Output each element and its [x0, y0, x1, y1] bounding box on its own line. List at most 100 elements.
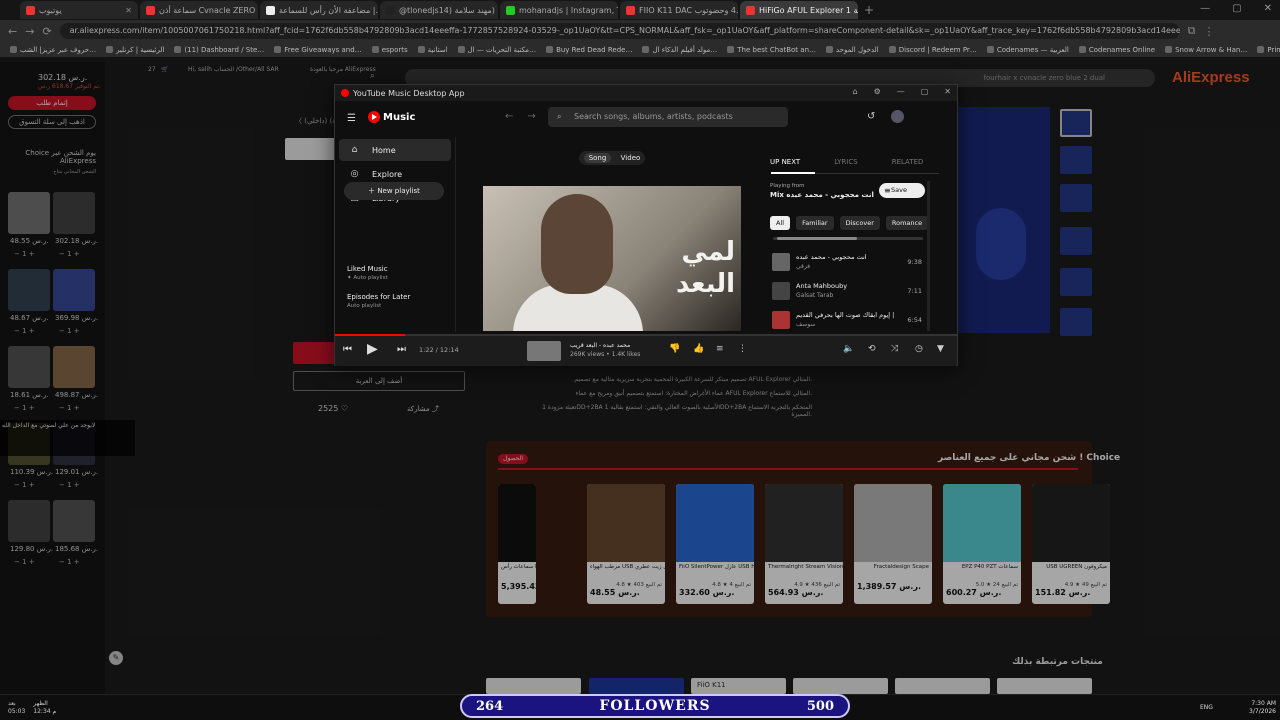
bookmark-item[interactable]: Snow Arrow & Han… — [1165, 46, 1247, 54]
volume-icon[interactable]: 🔈 — [843, 344, 854, 354]
playback-progress[interactable] — [335, 334, 957, 336]
tab-title: سماعة أذن Cvnacle ZERO 2 AR… — [159, 5, 258, 15]
queue-item[interactable]: Anta Mahbouby Galsat Tarab 7:11 — [772, 280, 922, 302]
new-playlist-button[interactable]: ＋ New playlist — [344, 182, 444, 200]
bookmark-item[interactable]: Prime Video: The Bo… — [1257, 46, 1280, 54]
ytmusic-header: ☰ Music ← → ⌕ Search songs, albums, artis… — [335, 101, 957, 137]
menu-icon[interactable]: ⋮ — [1204, 25, 1215, 38]
song-video-toggle[interactable]: Song Video — [579, 151, 645, 165]
back-icon[interactable]: ← — [8, 25, 17, 38]
bookmarks-bar: حروف عبر عزيز| الشب… الرئيسية | كرنلير (11… — [0, 42, 1280, 58]
forward-arrow-icon[interactable]: → — [527, 111, 535, 122]
play-icon[interactable]: ▶ — [367, 341, 378, 357]
tab-close-icon[interactable]: ✕ — [125, 6, 132, 15]
more-icon[interactable]: ⋮ — [738, 344, 747, 354]
chip-romance[interactable]: Romance — [885, 216, 929, 230]
bookmark-item[interactable]: Free Giveaways and… — [274, 46, 362, 54]
bookmark-item[interactable]: الرئيسية | كرنلير — [106, 46, 164, 54]
playlist-item[interactable]: Episodes for Later Auto playlist — [347, 293, 410, 309]
history-icon[interactable]: ↺ — [867, 111, 875, 122]
queue-tabs: UP NEXT LYRICS RELATED — [770, 158, 923, 166]
queue-item[interactable]: عبده | إيوم ابقاك صوت الها بحرفي القديم س… — [772, 309, 922, 331]
bookmark-label: Discord | Redeem Pr… — [898, 45, 977, 54]
ytmusic-logo[interactable]: Music — [368, 111, 415, 123]
bookmark-item[interactable]: Codenames — العربية — [986, 45, 1069, 54]
bookmark-item[interactable]: Codenames Online — [1078, 46, 1155, 54]
bookmark-item[interactable]: (11) Dashboard / Ste… — [174, 46, 264, 54]
chips-scrollbar[interactable] — [773, 237, 923, 240]
extensions-icon[interactable]: ⧉ — [1188, 24, 1196, 38]
settings-icon[interactable]: ⚙ — [874, 87, 881, 96]
ytmusic-search-input[interactable]: ⌕ Search songs, albums, artists, podcast… — [548, 107, 788, 127]
tab-underline — [771, 172, 939, 174]
maximize-icon[interactable]: ▢ — [1232, 3, 1241, 14]
bookmark-item[interactable]: مكتبة التحريات — ال… — [457, 46, 536, 54]
now-playing-title[interactable]: محمد عبده - البعد قريب — [570, 342, 630, 349]
save-button[interactable]: Save — [879, 183, 925, 198]
repeat-icon[interactable]: ⟲ — [868, 344, 876, 354]
bookmark-favicon-icon — [10, 46, 17, 53]
bookmark-label: الرئيسية | كرنلير — [116, 45, 165, 54]
shuffle-icon[interactable]: ⤨ — [891, 344, 898, 354]
expand-icon[interactable]: ▼ — [937, 344, 944, 354]
like-icon[interactable]: 👍 — [693, 344, 704, 354]
chip-discover[interactable]: Discover — [839, 216, 880, 230]
bookmark-item[interactable]: الدخول الموحد — [826, 46, 879, 54]
sidebar-item-home[interactable]: ⌂ Home — [339, 139, 451, 161]
dislike-icon[interactable]: 👎 — [669, 344, 680, 354]
clock-date: 3/7/2026 — [1249, 708, 1276, 715]
url-bar[interactable]: ar.aliexpress.com/item/1005007061750218.… — [59, 23, 1180, 39]
forward-icon[interactable]: → — [25, 25, 34, 38]
timer-icon[interactable]: ◷ — [915, 344, 923, 354]
followers-goal-overlay: 264 FOLLOWERS 500 — [460, 694, 850, 718]
tab-lyrics[interactable]: LYRICS — [834, 158, 858, 166]
back-arrow-icon[interactable]: ← — [505, 111, 513, 122]
minimize-icon[interactable]: — — [1200, 3, 1210, 14]
next-icon[interactable]: ⏭ — [397, 344, 406, 355]
close-icon[interactable]: ✕ — [944, 87, 951, 96]
home-icon[interactable]: ⌂ — [852, 87, 857, 96]
menu-icon[interactable]: ☰ — [347, 113, 356, 124]
maximize-icon[interactable]: ▢ — [921, 87, 929, 96]
bookmark-item[interactable]: حروف عبر عزيز| الشب… — [10, 46, 96, 54]
album-art-face — [541, 194, 613, 294]
now-playing-thumbnail[interactable] — [527, 341, 561, 361]
queue-thumbnail — [772, 282, 790, 300]
clock[interactable]: 7:30 AM 3/7/2026 — [1232, 700, 1276, 716]
song-toggle[interactable]: Song — [583, 153, 612, 163]
bookmark-item[interactable]: Buy Red Dead Rede… — [546, 46, 632, 54]
language-indicator[interactable]: ENG — [1200, 704, 1213, 711]
playlist-item[interactable]: Liked Music ✦ Auto playlist — [347, 265, 388, 281]
queue-item[interactable]: انت محجوبي - محمد عبده فرقي 9:38 — [772, 251, 922, 273]
prayer-widget[interactable]: بعد 05:03 الظهر 12:34 م — [8, 700, 56, 716]
bookmark-label: Codenames — العربية — [996, 45, 1069, 54]
previous-icon[interactable]: ⏮ — [343, 344, 352, 355]
browser-tab[interactable]: @tlonedjs14) مهند سلامة) |…✕ — [380, 1, 498, 19]
bookmark-item[interactable]: استانية — [417, 46, 448, 54]
browser-tab[interactable]: mohanadjs | Instagram, TikTok…✕ — [500, 1, 618, 19]
tab-up-next[interactable]: UP NEXT — [770, 158, 800, 166]
reload-icon[interactable]: ⟳ — [42, 25, 51, 38]
video-toggle[interactable]: Video — [621, 154, 641, 162]
browser-tab[interactable]: HiFiGo AFUL Explorer 1 سماعة✕ — [740, 1, 858, 19]
bookmark-item[interactable]: مولد أفيلم الذكاء ال… — [642, 46, 717, 54]
browser-tab[interactable]: FIIO K11 DAC مع 4.4 وحضوتوب…✕ — [620, 1, 738, 19]
bookmark-item[interactable]: Discord | Redeem Pr… — [888, 45, 977, 54]
browser-tab[interactable]: سماعة أذن Cvnacle ZERO 2 AR…✕ — [140, 1, 258, 19]
new-tab-icon[interactable]: + — [864, 3, 874, 17]
avatar[interactable] — [891, 110, 904, 123]
tab-favicon-icon — [626, 5, 635, 15]
chip-all[interactable]: All — [770, 216, 791, 230]
add-to-queue-icon[interactable]: ≡ — [716, 344, 724, 354]
bookmark-item[interactable]: The best ChatBot an… — [727, 46, 816, 54]
tab-related[interactable]: RELATED — [892, 158, 924, 166]
close-icon[interactable]: ✕ — [1264, 3, 1272, 14]
queue-scrollbar[interactable] — [927, 181, 930, 331]
ytmusic-window: YouTube Music Desktop App ⌂ ⚙ — ▢ ✕ ☰ Mu… — [334, 84, 958, 366]
bookmark-item[interactable]: esports — [371, 46, 408, 54]
browser-tab[interactable]: مضاعفة الأن رأس للسماعة |…✕ — [260, 1, 378, 19]
minimize-icon[interactable]: — — [897, 87, 905, 96]
browser-tab[interactable]: يوتيوب ✕ — [20, 1, 138, 19]
plus-icon: ＋ — [368, 187, 376, 195]
chip-familiar[interactable]: Familiar — [796, 216, 834, 230]
